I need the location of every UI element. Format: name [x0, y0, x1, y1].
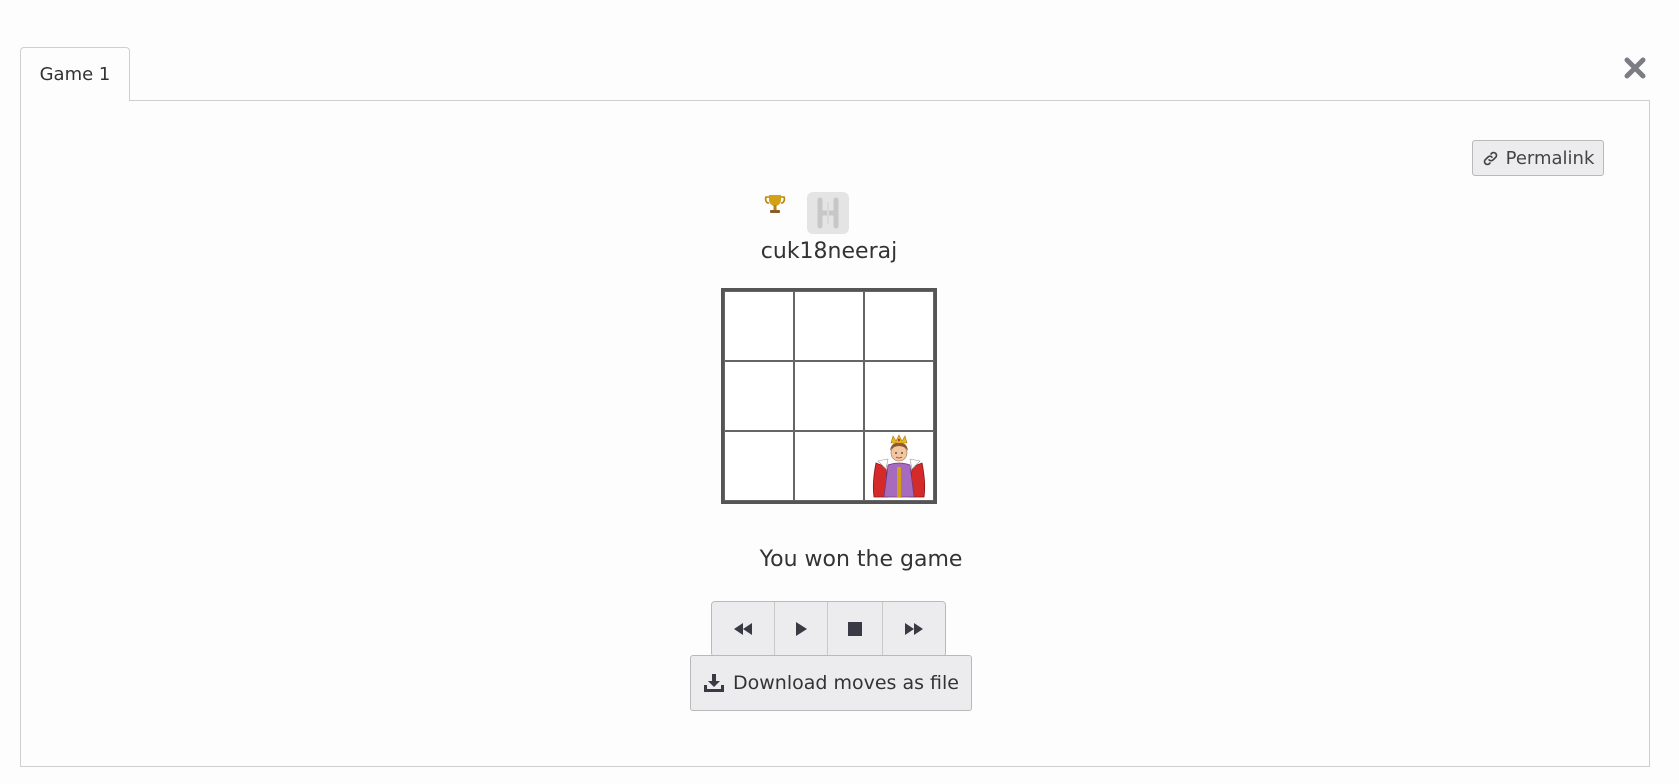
- tab-game-1[interactable]: Game 1: [20, 47, 130, 101]
- board-cell-2-1[interactable]: [724, 361, 794, 431]
- download-label: Download moves as file: [732, 672, 959, 694]
- download-moves-button[interactable]: Download moves as file: [690, 655, 972, 711]
- permalink-label: Permalink: [1505, 147, 1595, 169]
- board-cell-2-2[interactable]: [794, 361, 864, 431]
- game-panel: Permalink cuk18neeraj You won the game D…: [20, 100, 1650, 767]
- stop-button[interactable]: [828, 602, 883, 656]
- play-button[interactable]: [775, 602, 828, 656]
- queen-piece-icon: [872, 434, 926, 498]
- game-board: [721, 288, 937, 504]
- play-icon: [796, 622, 807, 636]
- link-icon: [1483, 151, 1497, 165]
- board-cell-1-2[interactable]: [794, 291, 864, 361]
- fast-forward-icon: [905, 623, 923, 635]
- board-cell-1-3[interactable]: [864, 291, 934, 361]
- game-status-message: You won the game: [759, 547, 963, 572]
- board-cell-3-3[interactable]: [864, 431, 934, 501]
- rewind-icon: [734, 623, 752, 635]
- permalink-button[interactable]: Permalink: [1472, 140, 1604, 176]
- board-cell-3-2[interactable]: [794, 431, 864, 501]
- fast-forward-button[interactable]: [883, 602, 945, 656]
- close-icon: [1624, 57, 1646, 79]
- download-icon: [703, 674, 724, 692]
- rewind-button[interactable]: [712, 602, 775, 656]
- trophy-icon: [764, 195, 786, 213]
- player-badge: [807, 192, 849, 234]
- player-name: cuk18neeraj: [760, 239, 898, 264]
- game-window: Game 1 Permalink cuk18neeraj You won the…: [20, 47, 1650, 767]
- close-button[interactable]: [1620, 53, 1650, 83]
- playback-controls: [711, 601, 946, 657]
- player-badge-icon: [817, 197, 839, 229]
- tab-label: Game 1: [39, 64, 111, 85]
- board-cell-1-1[interactable]: [724, 291, 794, 361]
- board-cell-2-3[interactable]: [864, 361, 934, 431]
- board-cell-3-1[interactable]: [724, 431, 794, 501]
- stop-icon: [848, 622, 862, 636]
